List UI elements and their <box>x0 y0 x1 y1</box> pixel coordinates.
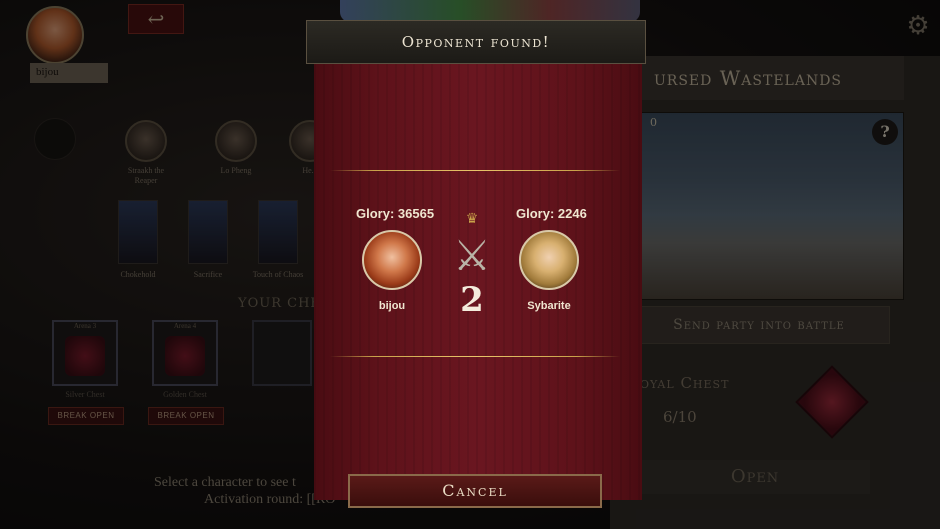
card-label: Sacrifice <box>193 270 223 279</box>
chest-name: Silver Chest <box>65 390 105 399</box>
chest-arena-label: Arena 3 <box>73 322 97 330</box>
player-glory: Glory: 36565 <box>356 206 435 221</box>
break-open-button[interactable]: BREAK OPEN <box>48 407 124 425</box>
arena-map-image <box>632 112 904 300</box>
opponent-glory: Glory: 2246 <box>516 206 587 221</box>
dialog-title: Opponent found! <box>306 20 646 64</box>
card-chokehold[interactable] <box>118 200 158 264</box>
hero-label: Straakh the Reaper <box>127 166 165 185</box>
opponent-portrait <box>519 230 579 290</box>
hint-select-character: Select a character to see t <box>154 475 296 490</box>
back-button[interactable]: ↩ <box>128 4 184 34</box>
help-icon[interactable]: ? <box>872 119 898 145</box>
opponent-name-label: Sybarite <box>527 300 571 312</box>
chest-icon <box>65 336 105 376</box>
send-party-button[interactable]: Send party into battle <box>628 306 890 344</box>
card-label: Chokehold <box>120 270 156 279</box>
hero-portrait <box>215 120 257 162</box>
chest-arena-label: Arena 4 <box>173 322 197 330</box>
card-label: Touch of Chaos <box>252 270 304 279</box>
royal-chest-label: oyal Chest <box>640 374 730 392</box>
open-chest-button[interactable]: Open <box>640 460 870 494</box>
arena-map-number: 0 <box>650 116 657 129</box>
player-name-label: bijou <box>378 300 406 312</box>
arena-title: ursed Wastelands <box>614 56 904 100</box>
chest-slot-1[interactable]: Arena 3 <box>52 320 118 386</box>
card-touch-of-chaos[interactable] <box>258 200 298 264</box>
hero-straakh[interactable]: Straakh the Reaper <box>116 120 176 186</box>
chest-slot-empty[interactable] <box>252 320 312 386</box>
chest-name: Golden Chest <box>163 390 207 399</box>
card-sacrifice[interactable] <box>188 200 228 264</box>
round-counter: 2 <box>460 280 484 320</box>
divider-bottom <box>330 356 620 357</box>
chest-slot-2[interactable]: Arena 4 <box>152 320 218 386</box>
player-avatar[interactable] <box>26 6 84 64</box>
break-open-button[interactable]: BREAK OPEN <box>148 407 224 425</box>
empty-hero-slot[interactable] <box>34 118 76 160</box>
player-name: bijou <box>30 63 108 83</box>
player-portrait <box>362 230 422 290</box>
chest-icon <box>165 336 205 376</box>
divider-top <box>330 170 620 171</box>
crown-icon: ♛ <box>465 211 479 227</box>
back-arrow-icon: ↩ <box>147 7 165 31</box>
hero-lo-pheng[interactable]: Lo Pheng <box>206 120 266 176</box>
hero-portrait <box>125 120 167 162</box>
cancel-button[interactable]: Cancel <box>348 474 602 508</box>
settings-gear-icon[interactable]: ⚙ <box>904 12 932 40</box>
modal-crest-ornament <box>340 0 640 22</box>
crossed-swords-icon: ⚔ <box>453 231 491 280</box>
hero-label: Lo Pheng <box>220 166 252 175</box>
royal-chest-progress: 6/10 <box>663 408 697 426</box>
